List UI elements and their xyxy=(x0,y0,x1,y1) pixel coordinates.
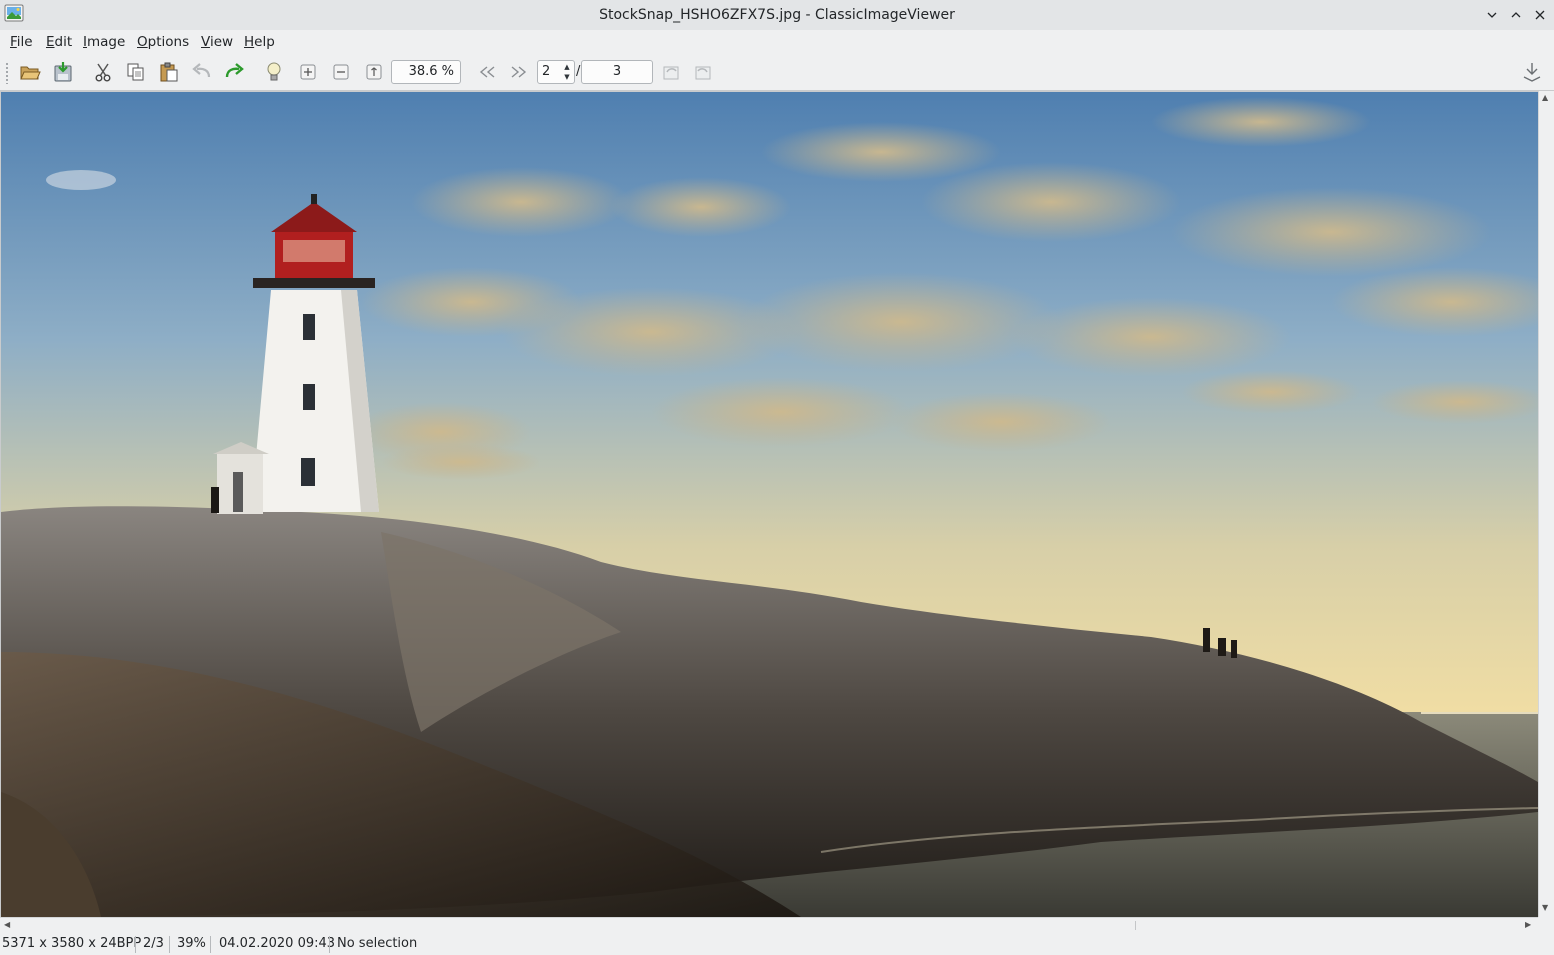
menu-edit[interactable]: Edit xyxy=(45,32,73,52)
horizontal-scrollbar[interactable]: ◀ ▶ xyxy=(0,917,1538,932)
zoom-out-icon[interactable] xyxy=(329,60,353,84)
info-bulb-icon[interactable] xyxy=(262,60,286,84)
scroll-handle[interactable] xyxy=(1135,921,1524,930)
toolbar-grip[interactable] xyxy=(5,62,9,84)
menu-image[interactable]: Image xyxy=(82,32,126,52)
spin-arrows[interactable]: ▲ ▼ xyxy=(561,62,573,82)
menu-file[interactable]: File xyxy=(9,32,34,52)
toolbar xyxy=(0,54,1554,91)
zoom-input[interactable]: 38.6 % xyxy=(391,60,461,84)
menu-help[interactable]: Help xyxy=(243,32,276,52)
status-divider xyxy=(135,936,136,953)
redo-icon[interactable] xyxy=(222,60,246,84)
close-icon[interactable] xyxy=(1530,5,1550,25)
undo-icon[interactable] xyxy=(190,60,214,84)
status-divider xyxy=(169,936,170,953)
status-dimensions: 5371 x 3580 x 24BPP xyxy=(2,936,142,951)
window-title: StockSnap_HSHO6ZFX7S.jpg - ClassicImageV… xyxy=(599,7,955,23)
menu-options[interactable]: Options xyxy=(136,32,190,52)
zoom-in-icon[interactable] xyxy=(296,60,320,84)
status-zoom: 39% xyxy=(177,936,206,951)
page-current: 2 xyxy=(542,64,551,79)
page-separator: / xyxy=(576,64,581,79)
download-icon[interactable] xyxy=(1520,60,1544,84)
status-selection: No selection xyxy=(337,936,418,951)
vertical-scrollbar[interactable]: ▲ ▼ xyxy=(1538,91,1554,917)
scroll-right-icon[interactable]: ▶ xyxy=(1525,920,1531,929)
status-bar: 5371 x 3580 x 24BPP 2/3 39% 04.02.2020 0… xyxy=(0,932,1554,955)
scroll-corner xyxy=(1538,917,1554,932)
title-bar[interactable]: StockSnap_HSHO6ZFX7S.jpg - ClassicImageV… xyxy=(0,0,1554,31)
status-position: 2/3 xyxy=(143,936,164,951)
menu-view[interactable]: View xyxy=(200,32,234,52)
app-window: StockSnap_HSHO6ZFX7S.jpg - ClassicImageV… xyxy=(0,0,1554,955)
fit-icon[interactable] xyxy=(362,60,386,84)
first-image-icon[interactable] xyxy=(475,60,499,84)
paste-icon[interactable] xyxy=(157,60,181,84)
scroll-up-icon[interactable]: ▲ xyxy=(1542,93,1548,102)
menu-bar: File Edit Image Options View Help xyxy=(0,30,1554,53)
minimize-icon[interactable] xyxy=(1482,5,1502,25)
page-spinbox[interactable]: 2 ▲ ▼ xyxy=(537,60,575,84)
maximize-icon[interactable] xyxy=(1506,5,1526,25)
status-divider xyxy=(329,936,330,953)
scroll-left-icon[interactable]: ◀ xyxy=(4,920,10,929)
image-viewport[interactable]: ▲ ▼ ◀ ▶ xyxy=(0,91,1554,932)
cut-icon[interactable] xyxy=(91,60,115,84)
status-datetime: 04.02.2020 09:43 xyxy=(219,936,336,951)
save-icon[interactable] xyxy=(51,60,75,84)
open-icon[interactable] xyxy=(18,60,42,84)
rotate-right-icon[interactable] xyxy=(691,60,715,84)
spin-up-icon[interactable]: ▲ xyxy=(564,63,569,71)
copy-icon[interactable] xyxy=(124,60,148,84)
rotate-left-icon[interactable] xyxy=(659,60,683,84)
status-divider xyxy=(210,936,211,953)
lighthouse-on-rocks-photo xyxy=(1,92,1538,917)
scroll-track[interactable] xyxy=(15,920,1523,930)
next-image-icon[interactable] xyxy=(507,60,531,84)
spin-down-icon[interactable]: ▼ xyxy=(564,73,569,81)
scroll-down-icon[interactable]: ▼ xyxy=(1542,903,1548,912)
page-total-field: 3 xyxy=(581,60,653,84)
